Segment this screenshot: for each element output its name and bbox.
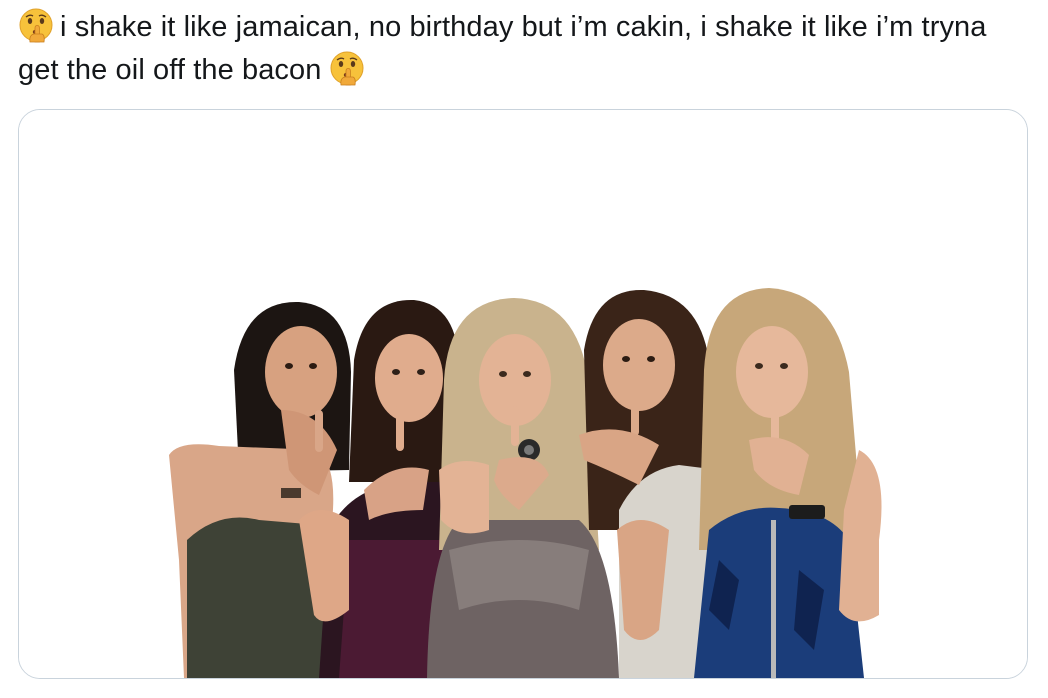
- five-women-shushing-photo[interactable]: [19, 110, 1027, 678]
- shushing-face-icon: [19, 8, 53, 43]
- tweet-text: i shake it like jamaican, no birthday bu…: [18, 6, 1028, 92]
- tweet-body: i shake it like jamaican, no birthday bu…: [18, 11, 987, 86]
- shushing-face-icon: [330, 51, 364, 86]
- tweet-media-card[interactable]: [18, 109, 1028, 679]
